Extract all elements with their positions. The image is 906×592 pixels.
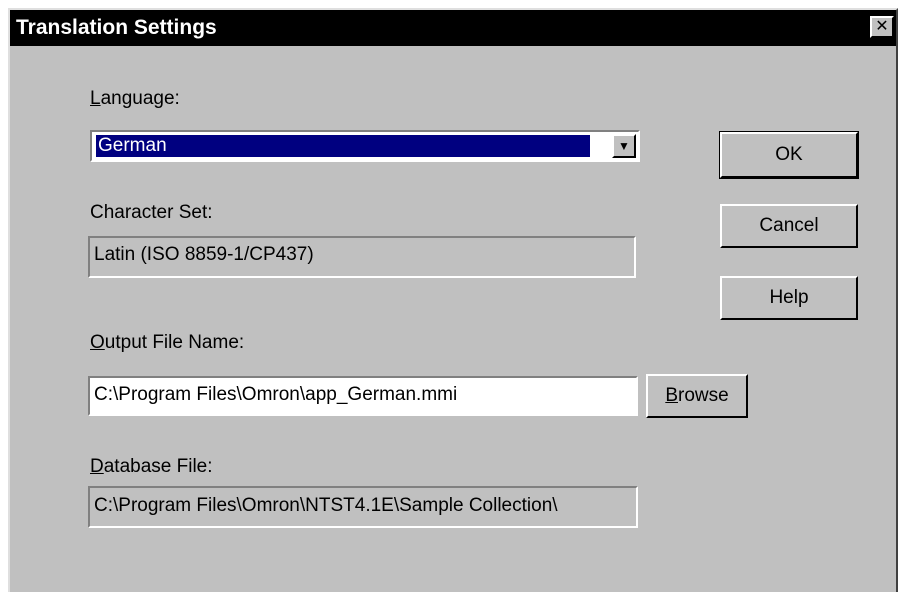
character-set-field: Latin (ISO 8859-1/CP437) (88, 236, 636, 278)
chevron-down-icon: ▼ (618, 139, 630, 153)
help-button[interactable]: Help (720, 276, 858, 320)
dialog-title: Translation Settings (16, 16, 217, 39)
cancel-button[interactable]: Cancel (720, 204, 858, 248)
language-selected-value: German (95, 134, 591, 158)
browse-button[interactable]: Browse (646, 374, 748, 418)
character-set-label: Character Set: (90, 202, 213, 223)
translation-settings-dialog: Translation Settings ✕ Language: German … (8, 8, 898, 592)
output-file-label: Output File Name: (90, 332, 245, 353)
title-bar[interactable]: Translation Settings ✕ (10, 10, 896, 46)
output-file-input[interactable]: C:\Program Files\Omron\app_German.mmi (88, 376, 638, 416)
language-label: Language: (90, 88, 180, 109)
language-select[interactable]: German ▼ (90, 130, 640, 162)
database-file-label: Database File: (90, 456, 213, 477)
close-button[interactable]: ✕ (870, 16, 894, 38)
ok-button[interactable]: OK (719, 131, 859, 179)
database-file-field: C:\Program Files\Omron\NTST4.1E\Sample C… (88, 486, 638, 528)
close-icon: ✕ (875, 18, 889, 35)
dropdown-arrow-button[interactable]: ▼ (612, 134, 636, 158)
